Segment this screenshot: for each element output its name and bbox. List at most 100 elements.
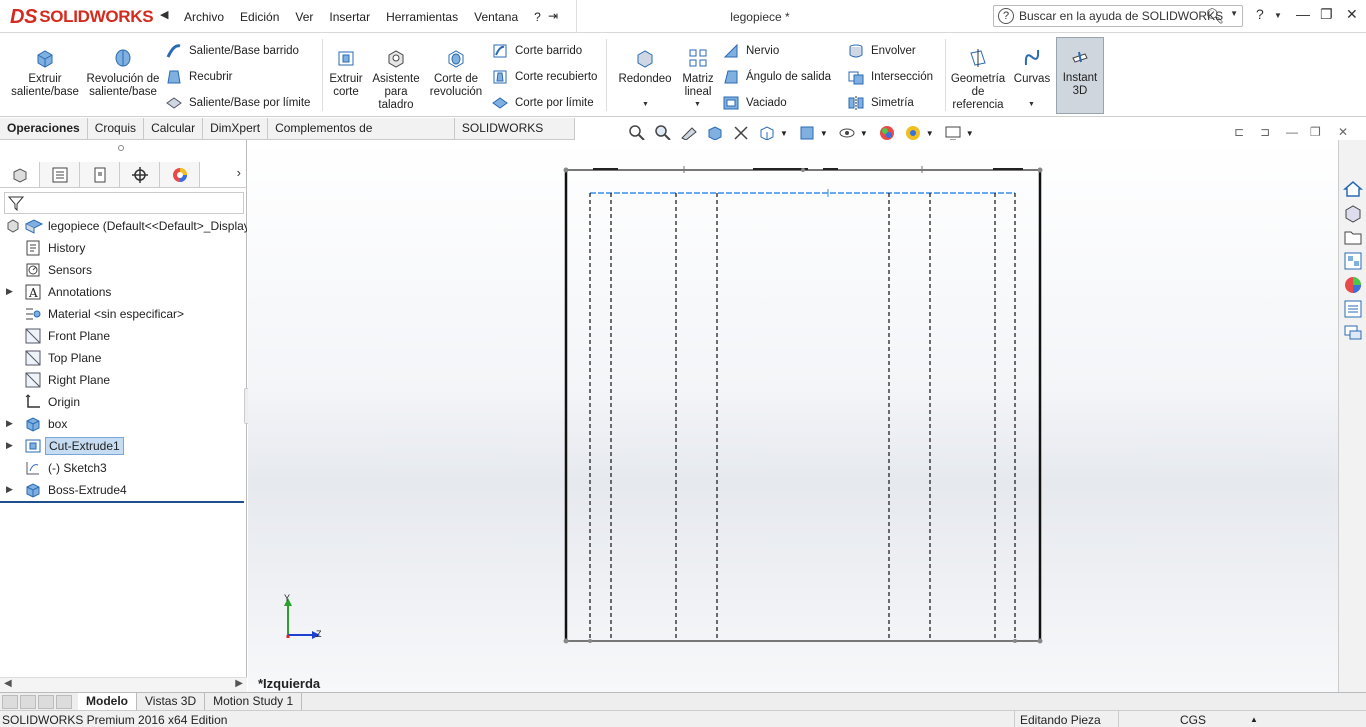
- units-dropdown-icon[interactable]: ▲: [1250, 715, 1258, 724]
- tab-first-icon[interactable]: [2, 694, 18, 709]
- help-search-box[interactable]: ? Buscar en la ayuda de SOLIDWORKS 🔍︎ ▼: [993, 5, 1243, 27]
- lofted-cut-button[interactable]: Corte recubierto: [491, 68, 597, 86]
- panel-horizontal-scrollbar[interactable]: ◀ ▶: [0, 677, 247, 692]
- tree-item-material[interactable]: Material <sin especificar>: [0, 303, 247, 325]
- home-icon[interactable]: [1342, 178, 1364, 200]
- curves-dropdown-icon[interactable]: ▼: [1028, 101, 1035, 108]
- scroll-left-icon[interactable]: ◀: [4, 678, 12, 689]
- minimize-icon[interactable]: —: [1296, 6, 1310, 22]
- tab-modelo[interactable]: Modelo: [78, 693, 137, 710]
- boundary-cut-button[interactable]: Corte por límite: [491, 94, 594, 112]
- pattern-dropdown-icon[interactable]: ▼: [694, 101, 701, 108]
- draft-button[interactable]: Ángulo de salida: [722, 68, 831, 86]
- tree-item-box[interactable]: ▶ box: [0, 413, 247, 435]
- more-tabs-chevron-icon[interactable]: ›: [237, 165, 241, 180]
- tab-motion-study[interactable]: Motion Study 1: [205, 693, 303, 710]
- shell-button[interactable]: Vaciado: [722, 94, 787, 112]
- menu-archivo[interactable]: Archivo: [176, 10, 232, 24]
- rib-button[interactable]: Nervio: [722, 42, 779, 60]
- curves-button[interactable]: Curvas: [1010, 47, 1054, 86]
- menu-herramientas[interactable]: Herramientas: [378, 10, 466, 24]
- tab-dimxpert[interactable]: DimXpert: [203, 118, 269, 139]
- tab-croquis[interactable]: Croquis: [88, 118, 145, 139]
- menu-insertar[interactable]: Insertar: [321, 10, 378, 24]
- boundary-boss-button[interactable]: Saliente/Base por límite: [165, 94, 310, 112]
- viewport-tile-left-icon[interactable]: ⊏: [1234, 125, 1244, 139]
- tab-dimxpert-manager[interactable]: [120, 162, 160, 187]
- tab-complementos[interactable]: Complementos de SOLIDWORKS: [268, 118, 455, 156]
- view-orientation-dropdown-icon[interactable]: ▼: [780, 129, 788, 138]
- appearances-icon[interactable]: [1342, 274, 1364, 296]
- viewport-close-icon[interactable]: ✕: [1338, 125, 1348, 139]
- fillet-dropdown-icon[interactable]: ▼: [642, 101, 649, 108]
- help-dropdown-icon[interactable]: ▼: [1274, 11, 1282, 20]
- menu-help[interactable]: ?: [526, 10, 549, 24]
- tree-item-sensors[interactable]: Sensors: [0, 259, 247, 281]
- instant3d-button[interactable]: Instant 3D: [1056, 37, 1104, 114]
- hide-show-dropdown-icon[interactable]: ▼: [860, 129, 868, 138]
- solidworks-logo[interactable]: DS SOLIDWORKS: [10, 5, 154, 29]
- close-icon[interactable]: ✕: [1346, 6, 1358, 23]
- intersect-button[interactable]: Intersección: [847, 68, 933, 86]
- tab-mbd[interactable]: SOLIDWORKS MBD: [455, 118, 575, 156]
- tree-item-cut-extrude1[interactable]: ▶ Cut-Extrude1: [0, 435, 247, 457]
- expand-icon[interactable]: ▶: [6, 418, 13, 429]
- tree-item-top-plane[interactable]: Top Plane: [0, 347, 247, 369]
- help-icon[interactable]: ?: [1256, 6, 1264, 22]
- swept-cut-button[interactable]: Corte barrido: [491, 42, 582, 60]
- search-icon[interactable]: 🔍︎: [1205, 7, 1224, 25]
- expand-icon[interactable]: ▶: [6, 440, 13, 451]
- tab-vistas-3d[interactable]: Vistas 3D: [137, 693, 206, 710]
- tree-root-part[interactable]: legopiece (Default<<Default>_Display Sta…: [0, 215, 247, 237]
- tree-item-sketch3[interactable]: (-) Sketch3: [0, 457, 247, 479]
- panel-collapse-handle[interactable]: [118, 145, 124, 151]
- tab-operaciones[interactable]: Operaciones: [0, 118, 88, 139]
- viewport-tile-right-icon[interactable]: ⊐: [1260, 125, 1270, 139]
- tab-last-icon[interactable]: [56, 694, 72, 709]
- forum-icon[interactable]: [1342, 322, 1364, 344]
- menu-edicion[interactable]: Edición: [232, 10, 287, 24]
- menu-ventana[interactable]: Ventana: [466, 10, 526, 24]
- tree-item-history[interactable]: History: [0, 237, 247, 259]
- tab-prev-icon[interactable]: [20, 694, 36, 709]
- menu-ver[interactable]: Ver: [287, 10, 321, 24]
- loft-button[interactable]: Recubrir: [165, 68, 232, 86]
- pin-menu-icon[interactable]: ⇥: [548, 9, 558, 23]
- tab-configuration-manager[interactable]: [80, 162, 120, 187]
- search-dropdown-icon[interactable]: ▼: [1230, 9, 1238, 18]
- swept-boss-button[interactable]: Saliente/Base barrido: [165, 42, 299, 60]
- expand-icon[interactable]: ▶: [6, 286, 13, 297]
- tab-display-manager[interactable]: [160, 162, 200, 187]
- hole-wizard-button[interactable]: Asistente para taladro: [368, 47, 424, 112]
- wrap-button[interactable]: Envolver: [847, 42, 916, 60]
- tree-item-front-plane[interactable]: Front Plane: [0, 325, 247, 347]
- units-status[interactable]: CGS: [1180, 713, 1206, 727]
- restore-icon[interactable]: ❐: [1320, 6, 1333, 23]
- viewport-restore-icon[interactable]: ❐: [1310, 125, 1321, 139]
- graphics-area[interactable]: Y Z: [248, 140, 1338, 692]
- extrude-boss-button[interactable]: Extruir saliente/base: [6, 47, 84, 99]
- tree-item-origin[interactable]: Origin: [0, 391, 247, 413]
- reference-geometry-button[interactable]: Geometría de referencia: [950, 47, 1006, 112]
- revolved-cut-button[interactable]: Corte de revolución: [426, 47, 486, 99]
- mirror-button[interactable]: Simetría: [847, 94, 914, 112]
- tab-next-icon[interactable]: [38, 694, 54, 709]
- expand-icon[interactable]: ▶: [6, 484, 13, 495]
- scroll-right-icon[interactable]: ▶: [235, 678, 243, 689]
- linear-pattern-button[interactable]: Matriz lineal: [680, 47, 716, 99]
- tab-feature-manager[interactable]: [0, 162, 40, 187]
- fillet-button[interactable]: Redondeo: [614, 47, 676, 86]
- view-settings-dropdown-icon[interactable]: ▼: [966, 129, 974, 138]
- tab-calcular[interactable]: Calcular: [144, 118, 204, 139]
- view-palette-icon[interactable]: [1342, 250, 1364, 272]
- tree-filter-box[interactable]: [4, 192, 244, 214]
- tree-item-annotations[interactable]: ▶ A Annotations: [0, 281, 247, 303]
- extruded-cut-button[interactable]: Extruir corte: [326, 47, 366, 99]
- rollback-bar[interactable]: [0, 501, 244, 503]
- display-style-dropdown-icon[interactable]: ▼: [820, 129, 828, 138]
- file-explorer-icon[interactable]: [1342, 226, 1364, 248]
- design-library-icon[interactable]: [1342, 202, 1364, 224]
- menu-collapse-icon[interactable]: ◀: [160, 8, 168, 21]
- tree-item-boss-extrude4[interactable]: ▶ Boss-Extrude4: [0, 479, 247, 501]
- scene-dropdown-icon[interactable]: ▼: [926, 129, 934, 138]
